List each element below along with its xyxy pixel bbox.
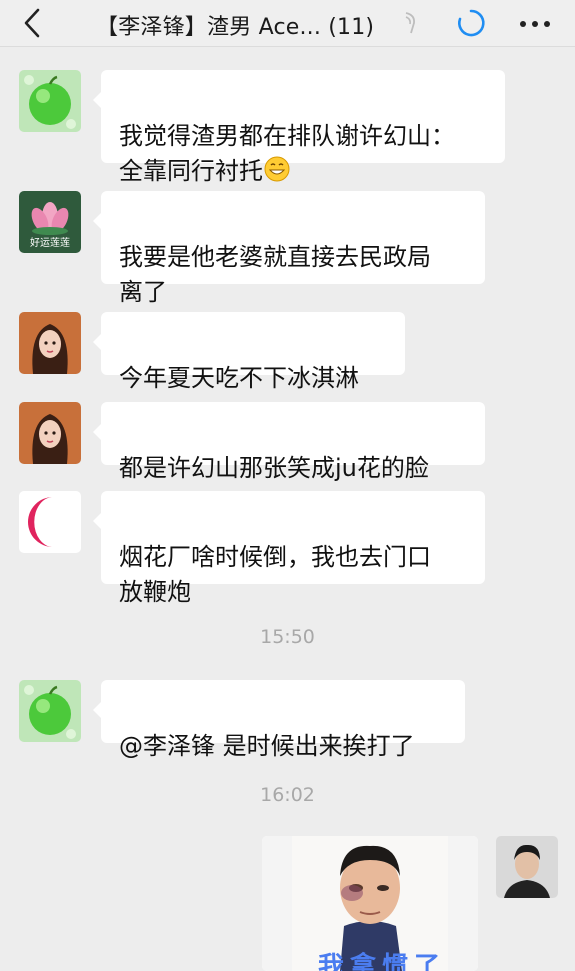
back-icon[interactable] — [18, 6, 48, 40]
timestamp: 15:50 — [260, 626, 315, 648]
image-message[interactable]: 我拿惯了 — [262, 836, 478, 971]
message-text: 都是许幻山那张笑成ju花的脸 — [119, 454, 429, 482]
message-bubble[interactable]: 今年夏天吃不下冰淇淋 — [93, 312, 405, 392]
more-icon[interactable] — [519, 20, 551, 28]
avatar-lotus[interactable]: 好运莲莲 — [19, 191, 81, 253]
chat-title[interactable]: 【李泽锋】渣男 Ace... (11) — [96, 9, 374, 41]
message-text: 我要是他老婆就直接去民政局 离了 — [119, 243, 431, 306]
lotus-avatar-caption: 好运莲莲 — [30, 238, 70, 249]
avatar-cartoon-girl[interactable] — [19, 312, 81, 374]
avatar-crescent-moon[interactable] — [19, 491, 81, 553]
grinning-face-emoji — [264, 156, 290, 182]
message-text: @李泽锋 是时候出来挨打了 — [119, 732, 415, 760]
loading-icon — [458, 9, 485, 37]
timestamp: 16:02 — [260, 784, 315, 806]
message-bubble[interactable]: 烟花厂啥时候倒，我也去门口 放鞭炮 — [93, 491, 485, 606]
message-bubble[interactable]: 我觉得渣男都在排队谢许幻山： 全靠同行衬托 — [93, 70, 505, 185]
message-text: 今年夏天吃不下冰淇淋 — [119, 364, 359, 392]
avatar-green-apple[interactable] — [19, 680, 81, 742]
mute-icon — [405, 12, 415, 34]
chat-header: 【李泽锋】渣男 Ace... (11) — [0, 0, 575, 47]
image-caption: 我拿惯了 — [318, 952, 447, 971]
avatar-cartoon-girl[interactable] — [19, 402, 81, 464]
message-text: 烟花厂啥时候倒，我也去门口 放鞭炮 — [119, 543, 431, 606]
avatar-self[interactable] — [496, 836, 558, 898]
avatar-green-apple[interactable] — [19, 70, 81, 132]
message-bubble[interactable]: 我要是他老婆就直接去民政局 离了 — [93, 191, 485, 306]
message-bubble[interactable]: 都是许幻山那张笑成ju花的脸 — [93, 402, 485, 482]
message-bubble[interactable]: @李泽锋 是时候出来挨打了 — [93, 680, 465, 760]
